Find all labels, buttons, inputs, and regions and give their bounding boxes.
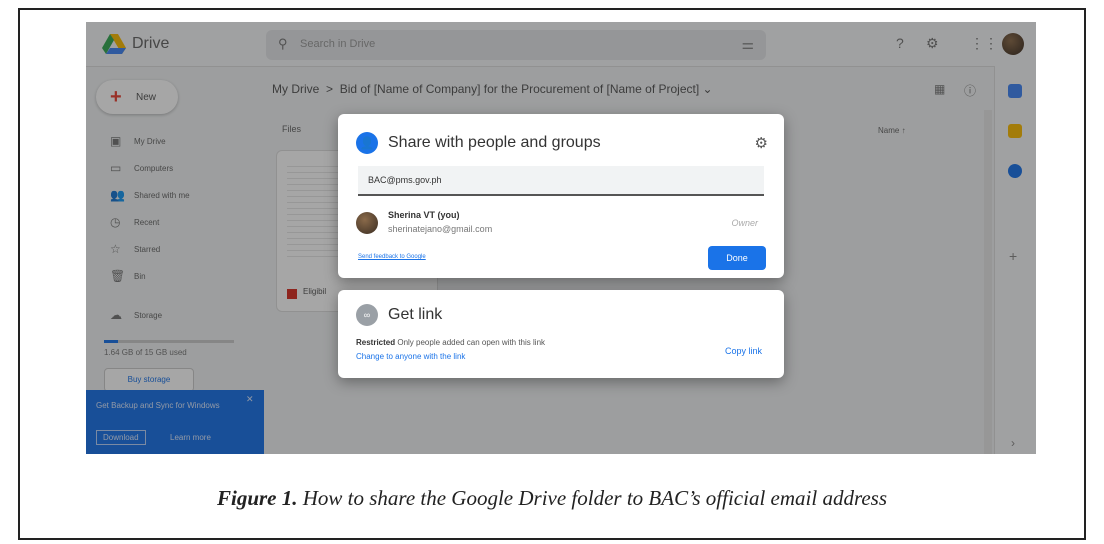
figure-label: Figure 1. [216, 486, 298, 510]
owner-name: Sherina VT (you) [388, 210, 460, 220]
link-restriction: Restricted Only people added can open wi… [356, 338, 545, 347]
drive-screenshot: Drive ⚲ Search in Drive ⚌ ? ⚙ ⋮⋮ + New ▣… [86, 22, 1036, 454]
share-settings-icon[interactable]: ⚙ [755, 134, 768, 152]
add-people-input[interactable]: BAC@pms.gov.ph [358, 166, 764, 196]
change-link-access[interactable]: Change to anyone with the link [356, 352, 465, 361]
add-person-icon: 👤 [356, 132, 378, 154]
share-dialog-title: Share with people and groups [388, 134, 601, 151]
figure-caption: Figure 1. How to share the Google Drive … [0, 486, 1104, 511]
add-people-input-value: BAC@pms.gov.ph [368, 175, 442, 185]
share-dialog: 👤 Share with people and groups ⚙ BAC@pms… [338, 114, 784, 278]
get-link-dialog: ∞ Get link Restricted Only people added … [338, 290, 784, 378]
caption-text: How to share the Google Drive folder to … [302, 486, 888, 510]
owner-email: sherinatejano@gmail.com [388, 224, 493, 234]
owner-role: Owner [731, 218, 758, 228]
link-icon: ∞ [356, 304, 378, 326]
copy-link-button[interactable]: Copy link [725, 346, 762, 356]
send-feedback-link[interactable]: Send feedback to Google [358, 254, 426, 260]
get-link-title: Get link [388, 306, 443, 323]
owner-avatar [356, 212, 378, 234]
restricted-label: Restricted [356, 338, 396, 347]
restricted-description: Only people added can open with this lin… [397, 338, 546, 347]
done-button[interactable]: Done [708, 246, 766, 270]
